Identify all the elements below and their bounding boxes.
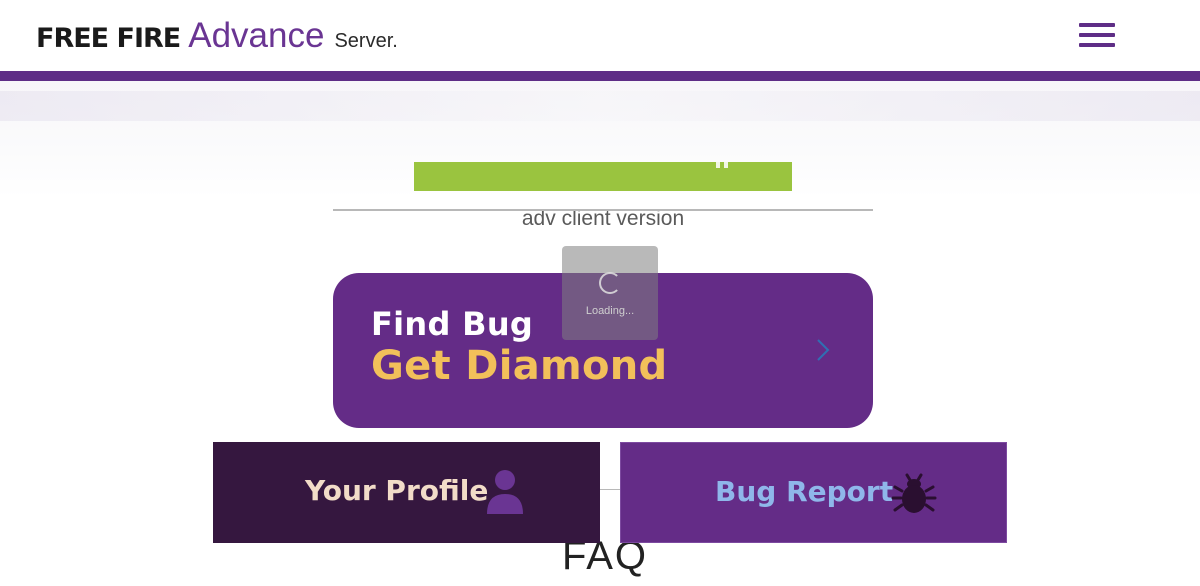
page-root: adv client version FREE FIRE Advance Ser…: [0, 0, 1200, 586]
find-bug-title: Find Bug: [371, 305, 534, 343]
hero-background-band: [0, 91, 1200, 121]
site-logo[interactable]: FREE FIRE Advance Server.: [36, 14, 398, 58]
header-accent-bar: [0, 71, 1200, 81]
faq-divider: [600, 489, 620, 490]
loading-text: Loading...: [585, 305, 635, 317]
section-divider: [333, 209, 873, 211]
bug-report-tile[interactable]: Bug Report: [620, 442, 1007, 543]
loading-overlay: Loading...: [562, 246, 658, 340]
download-button-marks: [716, 162, 730, 170]
your-profile-tile[interactable]: Your Profile: [213, 442, 600, 543]
hero-section: adv client version: [0, 81, 1200, 230]
chevron-right-icon: [817, 339, 830, 361]
get-diamond-subtitle: Get Diamond: [371, 343, 668, 389]
bug-report-label: Bug Report: [715, 475, 894, 508]
logo-freefire-text: FREE FIRE: [36, 23, 181, 54]
logo-advance-text: Advance: [188, 16, 325, 55]
logo-server-text: Server.: [334, 30, 398, 52]
user-icon: [487, 470, 523, 514]
download-button[interactable]: [414, 162, 792, 191]
bug-icon: [891, 473, 937, 513]
loading-spinner-icon: [599, 272, 621, 294]
site-header: FREE FIRE Advance Server.: [0, 0, 1200, 72]
hamburger-menu-icon[interactable]: [1079, 23, 1115, 49]
your-profile-label: Your Profile: [305, 474, 489, 507]
